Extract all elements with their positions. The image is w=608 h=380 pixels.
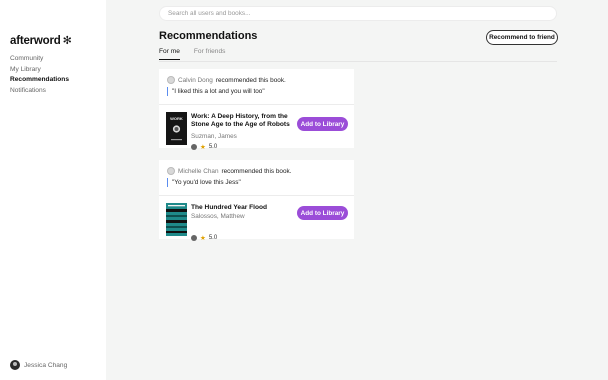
sidebar-item-notifications[interactable]: Notifications <box>10 86 69 97</box>
tab-for-friends[interactable]: For friends <box>194 48 226 60</box>
recommender-avatar <box>167 167 175 175</box>
search-input[interactable]: Search all users and books... <box>159 6 557 21</box>
rating-value: 5.0 <box>208 144 218 150</box>
tab-bar: For me For friends <box>159 48 225 60</box>
app-logo[interactable]: afterword ✻ <box>10 34 72 48</box>
logo-asterisk-icon: ✻ <box>62 35 72 47</box>
recommender-name[interactable]: Calvin Dong <box>178 77 213 84</box>
recommendation-quote: "I liked this a lot and you will too" <box>167 87 354 96</box>
book-cover[interactable]: WORK <box>166 112 187 145</box>
recommendation-header: Michelle Chan recommended this book. <box>159 160 354 175</box>
recommender-avatar <box>167 76 175 84</box>
search-placeholder: Search all users and books... <box>168 10 251 17</box>
cover-title: WORK <box>170 116 183 121</box>
book-title[interactable]: Work: A Deep History, from the Stone Age… <box>191 113 291 129</box>
add-to-library-button[interactable]: Add to Library <box>297 117 348 131</box>
user-name: Jessica Chang <box>24 361 68 369</box>
add-to-library-button[interactable]: Add to Library <box>297 206 348 220</box>
sidebar-item-community[interactable]: Community <box>10 54 69 65</box>
book-author: Salossos, Matthew <box>191 213 245 220</box>
book-row: WORK Work: A Deep History, from the Ston… <box>159 105 354 151</box>
book-rating: ★ 5.0 <box>191 234 217 242</box>
logo-text: afterword <box>10 34 61 47</box>
star-icon: ★ <box>200 144 206 151</box>
recommendation-card: Calvin Dong recommended this book. "I li… <box>159 69 354 151</box>
sidebar-item-recommendations[interactable]: Recommendations <box>10 75 69 86</box>
sidebar-nav: Community My Library Recommendations Not… <box>10 54 69 96</box>
recommend-to-friend-button[interactable]: Recommend to friend <box>486 30 558 45</box>
book-row: The Hundred Year Flood Salossos, Matthew… <box>159 196 354 242</box>
book-author: Suzman, James <box>191 133 237 140</box>
book-rating: ★ 5.0 <box>191 143 217 151</box>
tab-for-me[interactable]: For me <box>159 48 180 60</box>
recommendation-header: Calvin Dong recommended this book. <box>159 69 354 84</box>
recommendation-quote: "Yo you'd love this Jess" <box>167 178 354 187</box>
book-title[interactable]: The Hundred Year Flood <box>191 204 291 212</box>
recommendation-action: recommended this book. <box>221 167 292 175</box>
sidebar: afterword ✻ Community My Library Recomme… <box>0 0 106 380</box>
book-cover[interactable] <box>166 203 187 236</box>
recommendation-card: Michelle Chan recommended this book. "Yo… <box>159 160 354 242</box>
rater-avatar <box>191 144 197 150</box>
sidebar-item-my-library[interactable]: My Library <box>10 65 69 76</box>
rating-value: 5.0 <box>208 235 218 241</box>
user-avatar <box>10 360 20 370</box>
page-title: Recommendations <box>159 30 258 42</box>
recommendation-action: recommended this book. <box>215 76 286 84</box>
tab-divider <box>159 61 557 62</box>
recommender-name[interactable]: Michelle Chan <box>178 168 219 175</box>
current-user[interactable]: Jessica Chang <box>10 360 67 370</box>
rater-avatar <box>191 235 197 241</box>
star-icon: ★ <box>200 235 206 242</box>
